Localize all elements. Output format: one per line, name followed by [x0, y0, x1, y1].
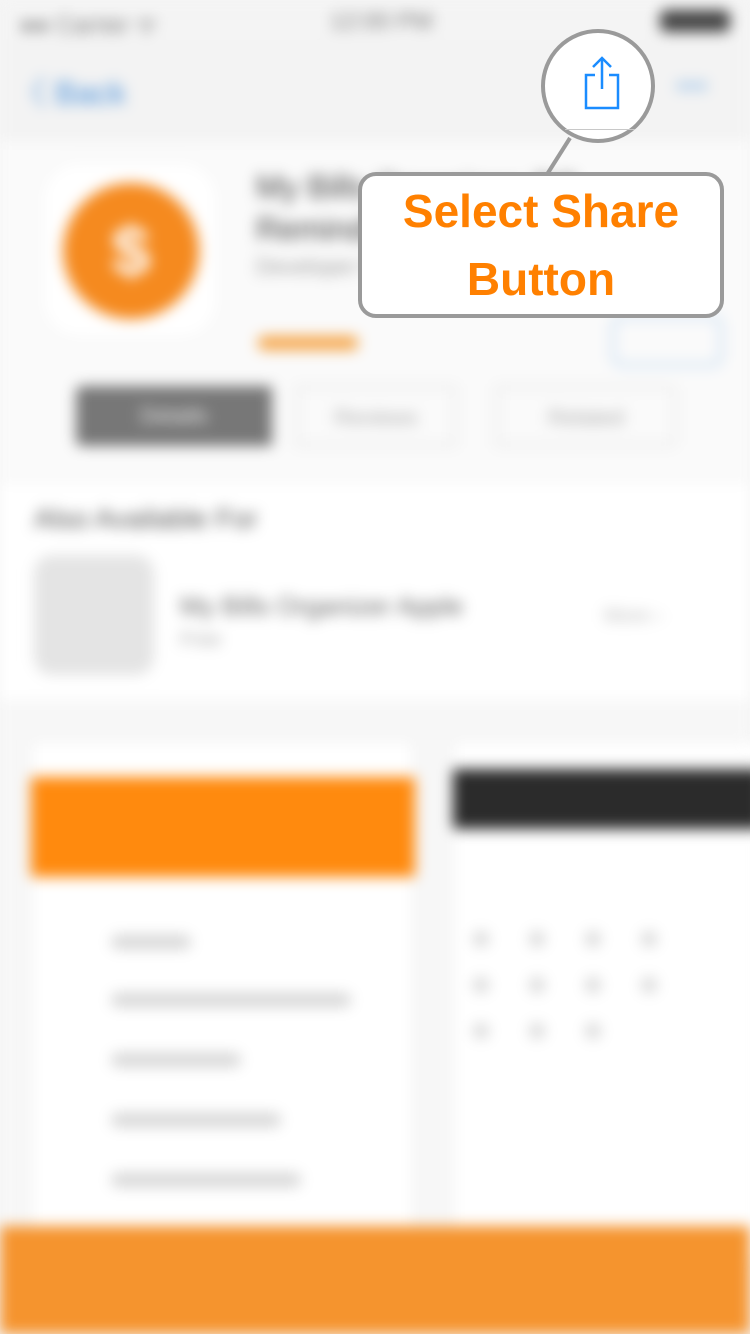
calendar-day-dot — [585, 931, 601, 947]
more-button[interactable]: ••• — [676, 70, 708, 104]
rating-stars-icon — [258, 336, 358, 350]
screenshot-line — [111, 993, 351, 1007]
calendar-day-dot — [473, 1023, 489, 1039]
bottom-tab-bar[interactable] — [0, 1226, 750, 1334]
screenshot-line — [111, 1173, 301, 1187]
related-app-thumbnail — [34, 555, 154, 675]
app-icon: $ — [40, 160, 220, 340]
screenshot-line — [111, 1113, 281, 1127]
get-button[interactable] — [612, 316, 722, 366]
instruction-callout: Select Share Button — [358, 172, 724, 318]
screenshot-preview-2[interactable] — [452, 740, 750, 1260]
share-button-magnifier[interactable] — [541, 29, 655, 143]
tab-related[interactable]: Related — [496, 386, 676, 446]
calendar-day-dot — [529, 1023, 545, 1039]
segmented-control: Details Reviews Related — [76, 386, 676, 446]
screenshot-preview-1[interactable] — [30, 740, 415, 1260]
share-icon[interactable] — [580, 55, 624, 111]
related-app-title[interactable]: My Bills Organizer Apple — [180, 591, 463, 622]
also-available-section: Also Available For My Bills Organizer Ap… — [0, 480, 750, 700]
calendar-day-dot — [585, 977, 601, 993]
calendar-day-dot — [473, 977, 489, 993]
screenshot-line — [111, 935, 191, 949]
screenshot-header-bar — [31, 777, 415, 877]
calendar-day-dot — [473, 931, 489, 947]
dollar-coin-icon: $ — [63, 183, 199, 319]
calendar-day-dot — [529, 977, 545, 993]
calendar-day-dot — [529, 931, 545, 947]
status-bar: ●● Carrier ᯤ 12:00 PM — [0, 0, 750, 40]
carrier-label: ●● Carrier ᯤ — [20, 12, 158, 39]
screenshot-line — [111, 1053, 241, 1067]
battery-icon — [660, 10, 730, 32]
tab-reviews[interactable]: Reviews — [296, 386, 456, 446]
related-app-price: Free — [180, 629, 222, 651]
back-button[interactable]: 〈 Back — [14, 68, 126, 114]
section-title: Also Available For — [34, 503, 258, 534]
calendar-day-dot — [641, 931, 657, 947]
instruction-text: Select Share Button — [402, 185, 680, 305]
related-app-more-link[interactable]: More › — [604, 605, 662, 628]
tab-details[interactable]: Details — [76, 386, 272, 446]
divider — [565, 129, 635, 130]
screenshot-calendar-header — [453, 769, 750, 829]
calendar-day-dot — [641, 977, 657, 993]
calendar-day-dot — [585, 1023, 601, 1039]
clock-label: 12:00 PM — [330, 8, 433, 35]
